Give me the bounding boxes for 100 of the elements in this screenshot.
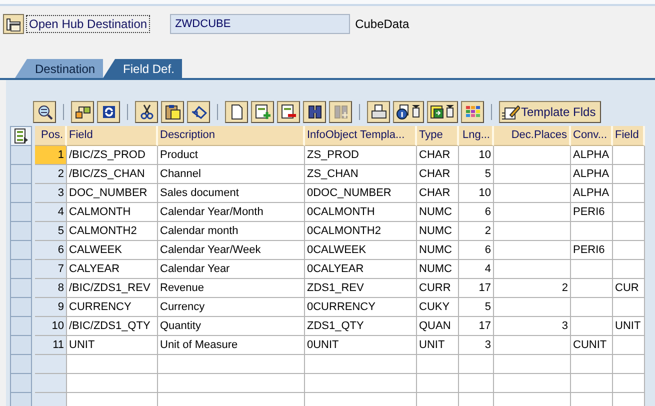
- table-cell: [613, 241, 645, 260]
- table-cell: 11: [35, 336, 67, 355]
- table-cell: /BIC/ZDS1_REV: [67, 279, 158, 298]
- column-header[interactable]: Type: [417, 126, 459, 146]
- column-header[interactable]: InfoObject Templa...: [305, 126, 417, 146]
- table-cell: [571, 355, 613, 374]
- table-cell: /BIC/ZDS1_QTY: [67, 317, 158, 336]
- table-cell: [35, 374, 67, 393]
- table-cell: [613, 336, 645, 355]
- table-cell: 5: [459, 165, 494, 184]
- table-cell: CALMONTH: [67, 203, 158, 222]
- table-cell: QUAN: [417, 317, 459, 336]
- grid-button[interactable]: [461, 100, 484, 122]
- table-cell: NUMC: [417, 203, 459, 222]
- table-cell: CURRENCY: [67, 298, 158, 317]
- back-button[interactable]: [3, 14, 24, 34]
- column-header[interactable]: Description: [158, 126, 305, 146]
- column-header[interactable]: Conv...: [571, 126, 613, 146]
- table-cell: DOC_NUMBER: [67, 184, 158, 203]
- table-cell: 0CALMONTH2: [305, 222, 417, 241]
- table-cell: 5: [459, 298, 494, 317]
- destination-description: CubeData: [355, 17, 410, 31]
- tab[interactable]: Field Def.: [103, 59, 182, 78]
- table-cell: PERI6: [571, 241, 613, 260]
- table-cell: CALMONTH2: [67, 222, 158, 241]
- column-header[interactable]: Pos.: [35, 126, 67, 146]
- table-cell: CHAR: [417, 184, 459, 203]
- tab[interactable]: Destination: [15, 59, 104, 78]
- table-cell: NUMC: [417, 241, 459, 260]
- template-fields-button[interactable]: Template Flds: [499, 100, 601, 122]
- table-cell: 1: [35, 146, 67, 165]
- insert-row-button[interactable]: [251, 100, 274, 122]
- hierarchy-icon: [74, 104, 90, 120]
- clipboard-button[interactable]: [161, 100, 184, 122]
- table-cell: ALPHA: [571, 184, 613, 203]
- info-menu-icon: [396, 104, 421, 120]
- table-cell: 10: [35, 317, 67, 336]
- select-all-button[interactable]: [10, 126, 32, 146]
- table-cell: /BIC/ZS_CHAN: [67, 165, 158, 184]
- document-icon: [228, 104, 244, 120]
- table-cell: CURR: [417, 279, 459, 298]
- table-cell: CALYEAR: [67, 260, 158, 279]
- table-cell: Quantity: [158, 317, 305, 336]
- table-cell: CUR: [613, 279, 645, 298]
- table-cell: [571, 298, 613, 317]
- delete-row-button[interactable]: [277, 100, 300, 122]
- table-cell: Calendar Year/Month: [158, 203, 305, 222]
- table-cell: [459, 374, 494, 393]
- table-cell: Unit of Measure: [158, 336, 305, 355]
- table-cell: CHAR: [417, 165, 459, 184]
- table-cell: CHAR: [417, 146, 459, 165]
- grid-icon: [464, 104, 480, 120]
- table-cell: Calendar Year: [158, 260, 305, 279]
- column-header[interactable]: Lng...: [459, 126, 494, 146]
- table-cell: 17: [459, 317, 494, 336]
- table-cell: [613, 184, 645, 203]
- table-cell: CUNIT: [571, 336, 613, 355]
- column-header[interactable]: Field: [67, 126, 158, 146]
- details-button[interactable]: [33, 100, 56, 122]
- table-cell: Channel: [158, 165, 305, 184]
- export-menu-button[interactable]: [427, 100, 458, 122]
- table-cell: [571, 279, 613, 298]
- table-cell: 7: [35, 260, 67, 279]
- table-cell: UNIT: [417, 336, 459, 355]
- refresh-button[interactable]: [97, 100, 120, 122]
- table-cell: [571, 260, 613, 279]
- table-cell: 0CURRENCY: [305, 298, 417, 317]
- insert-row-icon: [254, 104, 270, 120]
- printer-button[interactable]: [367, 100, 390, 122]
- info-menu-button[interactable]: [393, 100, 424, 122]
- destination-field[interactable]: ZWDCUBE: [170, 14, 350, 34]
- column-header[interactable]: Dec.Places: [494, 126, 571, 146]
- table-cell: [613, 260, 645, 279]
- document-button[interactable]: [225, 100, 248, 122]
- table-cell: UNIT: [613, 317, 645, 336]
- table-cell: [613, 222, 645, 241]
- table-cell: [613, 146, 645, 165]
- table-cell: 6: [35, 241, 67, 260]
- table-cell: UNIT: [67, 336, 158, 355]
- table-cell: 2: [494, 279, 571, 298]
- scissors-icon: [138, 104, 154, 120]
- column-header[interactable]: Field: [613, 126, 645, 146]
- table-cell: ZS_CHAN: [305, 165, 417, 184]
- table-cell: ALPHA: [571, 165, 613, 184]
- table-cell: [613, 203, 645, 222]
- table-cell: [613, 374, 645, 393]
- table-cell: Calendar Year/Week: [158, 241, 305, 260]
- table-cell: 0CALYEAR: [305, 260, 417, 279]
- table-cell: [613, 298, 645, 317]
- scissors-button[interactable]: [135, 100, 158, 122]
- table-cell: ALPHA: [571, 146, 613, 165]
- hierarchy-button[interactable]: [71, 100, 94, 122]
- table-cell: [571, 222, 613, 241]
- table-cell: CALWEEK: [67, 241, 158, 260]
- table-cell: ZDS1_QTY: [305, 317, 417, 336]
- table-cell: Sales document: [158, 184, 305, 203]
- clipboard-icon: [164, 104, 180, 120]
- open-hub-destination-label[interactable]: Open Hub Destination: [26, 15, 150, 33]
- table-cell: /BIC/ZS_PROD: [67, 146, 158, 165]
- table-cell: ZS_PROD: [305, 146, 417, 165]
